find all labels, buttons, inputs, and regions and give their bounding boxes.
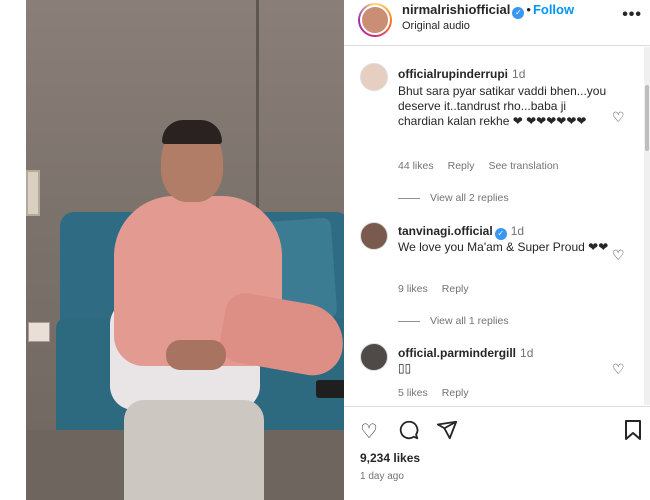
post-actions: ♡ 9,234 likes 1 day ago <box>344 406 650 500</box>
share-icon[interactable] <box>436 419 458 447</box>
post-header: nirmalrishiofficial ✓ • Follow Original aud… <box>344 0 650 46</box>
comment-header: official.parmindergill 1d <box>398 346 533 360</box>
verified-icon: ✓ <box>494 228 507 240</box>
see-translation-button[interactable]: See translation <box>488 160 558 172</box>
comment-icon[interactable] <box>398 419 420 447</box>
follow-button[interactable]: Follow <box>533 2 574 17</box>
author-line: nirmalrishiofficial ✓ • Follow <box>402 2 574 19</box>
comment-meta: 44 likes Reply See translation <box>398 160 573 172</box>
person-hands <box>166 340 226 370</box>
comment-like-heart-icon[interactable]: ♡ <box>612 361 625 378</box>
comment-time: 1d <box>510 224 525 238</box>
comment-like-heart-icon[interactable]: ♡ <box>612 109 625 126</box>
comment-text: We love you Ma'am & Super Proud ❤❤ <box>398 240 609 254</box>
post-photo[interactable] <box>26 0 344 500</box>
comment-likes[interactable]: 44 likes <box>398 160 434 172</box>
verified-icon: ✓ <box>512 7 525 19</box>
separator-dot: • <box>526 2 531 17</box>
reply-button[interactable]: Reply <box>442 387 469 399</box>
post-time: 1 day ago <box>360 471 404 482</box>
view-replies-button[interactable]: View all 1 replies <box>398 315 509 327</box>
wall-switch <box>28 322 50 342</box>
comment-like-heart-icon[interactable]: ♡ <box>612 247 625 264</box>
reply-button[interactable]: Reply <box>442 283 469 295</box>
comment-text: ▯▯ <box>398 361 412 375</box>
comment-header: officialrupinderrupi 1d <box>398 67 525 81</box>
reply-button[interactable]: Reply <box>448 160 475 172</box>
author-avatar[interactable] <box>358 3 392 37</box>
comment-username[interactable]: official.parmindergill <box>398 346 516 360</box>
commenter-avatar[interactable] <box>360 63 388 91</box>
commenter-avatar[interactable] <box>360 343 388 371</box>
comment-likes[interactable]: 9 likes <box>398 283 428 295</box>
person-hair <box>162 120 222 144</box>
audio-label[interactable]: Original audio <box>402 20 470 32</box>
comments-scrollbar[interactable] <box>644 47 650 405</box>
comment-meta: 9 likes Reply <box>398 283 483 295</box>
more-icon[interactable]: ••• <box>622 6 642 24</box>
likes-count[interactable]: 9,234 likes <box>360 451 420 465</box>
heart-icon[interactable]: ♡ <box>360 419 378 444</box>
view-replies-button[interactable]: View all 2 replies <box>398 192 509 204</box>
wall-frame <box>26 170 40 216</box>
comment-time: 1d <box>520 346 534 360</box>
scrollbar-thumb[interactable] <box>645 85 649 151</box>
comments-list[interactable]: officialrupinderrupi 1d Bhut sara pyar sa… <box>344 47 650 405</box>
bookmark-icon[interactable] <box>624 419 642 447</box>
replies-divider <box>398 320 420 322</box>
person-pants <box>124 400 264 500</box>
replies-divider <box>398 197 420 199</box>
comment-time: 1d <box>512 67 526 81</box>
comment-username[interactable]: tanvinagi.official <box>398 224 493 238</box>
phone-on-sofa <box>316 380 344 398</box>
comment-header: tanvinagi.official ✓ 1d <box>398 224 524 240</box>
commenter-avatar[interactable] <box>360 222 388 250</box>
post-side-panel: nirmalrishiofficial ✓ • Follow Original aud… <box>344 0 650 500</box>
comment-text: Bhut sara pyar satikar vaddi bhen...you … <box>398 84 607 128</box>
comment-meta: 5 likes Reply <box>398 387 483 399</box>
author-username[interactable]: nirmalrishiofficial <box>402 2 510 17</box>
view-replies-label: View all 1 replies <box>430 315 509 327</box>
comment-username[interactable]: officialrupinderrupi <box>398 67 508 81</box>
comment-likes[interactable]: 5 likes <box>398 387 428 399</box>
view-replies-label: View all 2 replies <box>430 192 509 204</box>
